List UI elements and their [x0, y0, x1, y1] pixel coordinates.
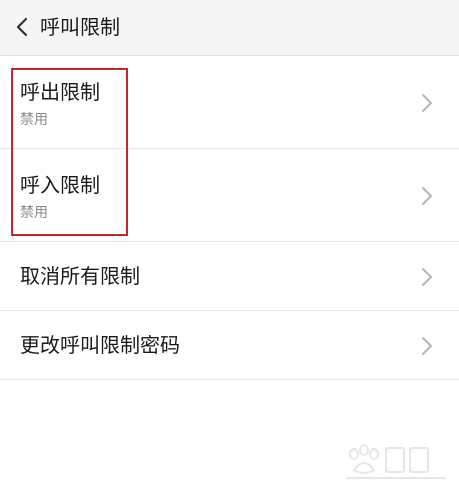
page-title: 呼叫限制 — [40, 15, 120, 39]
back-button[interactable] — [10, 12, 38, 42]
list-item-incoming-restriction[interactable]: 呼入限制 禁用 — [0, 149, 459, 242]
watermark-logo — [342, 440, 452, 480]
list-item-title: 呼入限制 — [20, 173, 100, 197]
list-item-cancel-all-restrictions[interactable]: 取消所有限制 — [0, 242, 459, 311]
list-item-outgoing-restriction[interactable]: 呼出限制 禁用 — [0, 56, 459, 149]
list-item-title: 呼出限制 — [20, 80, 100, 104]
header-bar: 呼叫限制 — [0, 0, 459, 56]
list-item-change-password[interactable]: 更改呼叫限制密码 — [0, 311, 459, 380]
chevron-right-icon — [421, 186, 433, 206]
chevron-right-icon — [421, 93, 433, 113]
chevron-right-icon — [421, 267, 433, 287]
list-item-title: 取消所有限制 — [20, 264, 140, 288]
list-item-title: 更改呼叫限制密码 — [20, 333, 180, 357]
list-item-status: 禁用 — [20, 205, 48, 221]
settings-list: 呼出限制 禁用 呼入限制 禁用 取消所有限制 更改呼叫限制密码 — [0, 56, 459, 380]
chevron-left-icon — [10, 12, 38, 42]
chevron-right-icon — [421, 336, 433, 356]
list-item-status: 禁用 — [20, 112, 48, 128]
